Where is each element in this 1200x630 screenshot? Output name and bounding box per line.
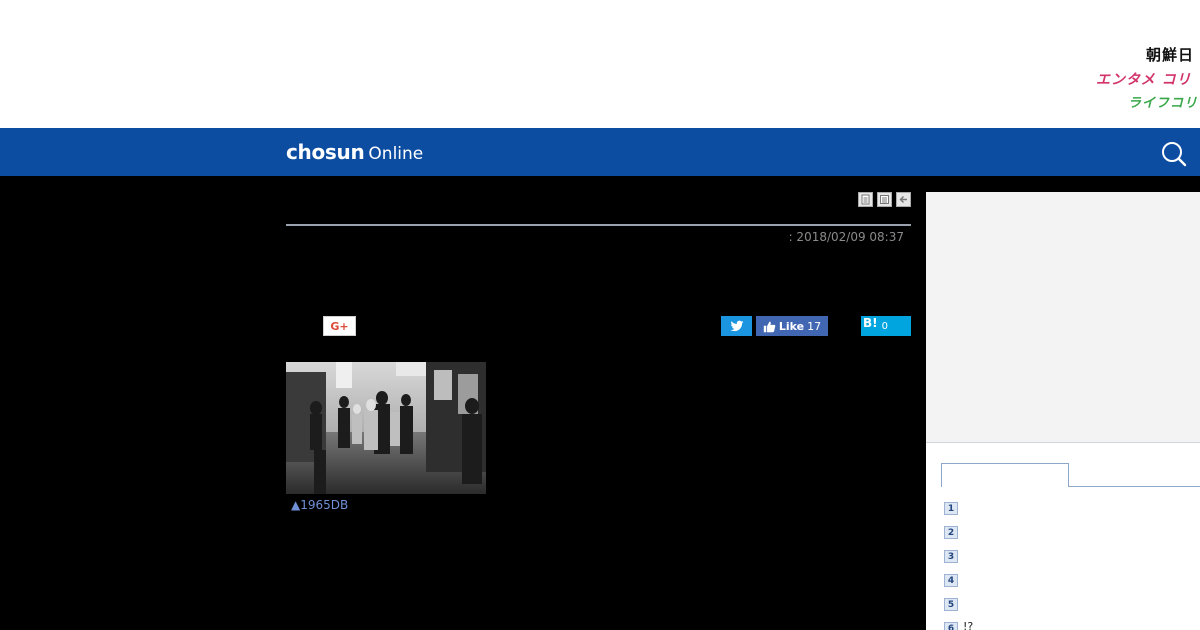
like-count: 17 (807, 319, 822, 333)
rank-number: 4 (944, 574, 958, 587)
tab-ranking[interactable] (941, 463, 1069, 487)
street-scene-photo (286, 362, 486, 494)
rank-number: 6 (944, 622, 958, 630)
hatena-count: 0 (881, 320, 888, 332)
rank-item-text[interactable]: !? (963, 620, 973, 630)
publish-date: : 2018/02/09 08:37 (788, 230, 904, 244)
facebook-like-button[interactable]: Like 17 (756, 316, 828, 336)
ad-placeholder (926, 192, 1200, 443)
photo-caption: ▲1965DB (291, 498, 349, 512)
print-button[interactable] (858, 192, 873, 207)
title-divider (286, 224, 911, 226)
list-button[interactable] (877, 192, 892, 207)
rank-number: 1 (944, 502, 958, 515)
top-header: 朝鮮日 エンタメ コリ ライフコリ (0, 0, 1200, 128)
twitter-share-button[interactable] (721, 316, 752, 336)
logo-main: chosun (286, 140, 365, 164)
thumbs-up-icon (763, 321, 776, 332)
search-icon (1162, 142, 1187, 167)
back-button[interactable] (896, 192, 911, 207)
tab-divider (1068, 463, 1069, 487)
rank-number: 2 (944, 526, 958, 539)
tab-baseline (1069, 486, 1200, 487)
nav-bar: chosun Online (0, 128, 1200, 176)
article-photo[interactable] (286, 362, 486, 494)
hatena-bookmark-icon: B! (863, 316, 878, 330)
back-arrow-icon (899, 196, 907, 203)
right-sidebar: 1 2 3 4 5 6 !? (926, 192, 1200, 630)
brand-logo-life[interactable]: ライフコリ (1128, 92, 1198, 111)
brand-logo-entame[interactable]: エンタメ コリ (1096, 69, 1191, 89)
rank-number: 5 (944, 598, 958, 611)
google-plus-share-button[interactable]: G+ (323, 316, 356, 336)
list-icon (880, 195, 889, 204)
search-button[interactable] (1160, 140, 1188, 168)
twitter-bird-icon (730, 320, 743, 332)
site-logo[interactable]: chosun Online (286, 140, 423, 164)
gplus-label: G+ (330, 319, 349, 333)
logo-sub: Online (368, 144, 424, 164)
hatena-bookmark-button[interactable]: B! 0 (861, 316, 911, 336)
article-tools (858, 192, 911, 207)
like-label: Like (778, 319, 805, 333)
rank-number: 3 (944, 550, 958, 563)
brand-logo-chosun-ilbo[interactable]: 朝鮮日 (1146, 44, 1194, 65)
print-icon (861, 194, 870, 205)
